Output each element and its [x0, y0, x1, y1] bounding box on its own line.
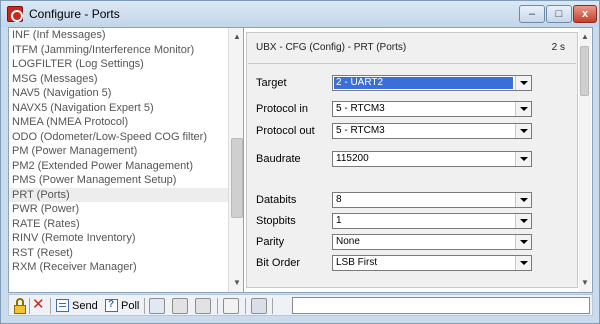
scroll-thumb[interactable] — [231, 138, 243, 218]
baudrate-label: Baudrate — [256, 153, 301, 165]
lock-icon[interactable] — [13, 298, 27, 314]
stopbits-select[interactable]: 1 — [332, 213, 532, 229]
toolbar-separator — [29, 298, 30, 314]
chevron-down-icon[interactable] — [515, 235, 531, 249]
toolbar-separator — [50, 298, 51, 314]
chevron-down-icon[interactable] — [515, 102, 531, 116]
target-label: Target — [256, 77, 287, 89]
config-form: UBX - CFG (Config) - PRT (Ports) 2 s Tar… — [246, 32, 578, 288]
databits-value: 8 — [336, 194, 342, 205]
app-icon — [7, 6, 23, 22]
list-item[interactable]: ODO (Odometer/Low-Speed COG filter) — [9, 130, 243, 145]
bit-order-select[interactable]: LSB First — [332, 255, 532, 271]
chevron-down-icon[interactable] — [515, 76, 531, 90]
delete-icon[interactable]: ✕ — [32, 296, 45, 314]
toolbar-separator — [272, 298, 273, 314]
panel-scrollbar[interactable]: ▲ ▼ — [579, 28, 591, 292]
target-select[interactable]: 2 - UART2 — [332, 75, 532, 91]
toolbar-separator — [144, 298, 145, 314]
window-title: Configure - Ports — [29, 7, 120, 21]
divider — [248, 63, 576, 64]
protocol-out-select[interactable]: 5 - RTCM3 — [332, 123, 532, 139]
parity-label: Parity — [256, 236, 285, 248]
maximize-button[interactable]: □ — [546, 5, 572, 23]
page-icon[interactable] — [223, 298, 239, 314]
lock-body — [14, 305, 26, 314]
chevron-down-icon[interactable] — [515, 256, 531, 270]
list-item[interactable]: PMS (Power Management Setup) — [9, 173, 243, 188]
message-list: INF (Inf Messages) ITFM (Jamming/Interfe… — [9, 28, 244, 292]
list-item[interactable]: LOGFILTER (Log Settings) — [9, 57, 243, 72]
target-value: 2 - UART2 — [334, 77, 513, 89]
baudrate-select[interactable]: 115200 — [332, 151, 532, 167]
toolbar: ✕ Send Poll — [8, 294, 593, 316]
poll-icon[interactable] — [105, 299, 118, 312]
client-area: INF (Inf Messages) ITFM (Jamming/Interfe… — [8, 27, 593, 293]
config-header: UBX - CFG (Config) - PRT (Ports) — [256, 42, 407, 53]
protocol-in-value: 5 - RTCM3 — [336, 103, 385, 114]
title-bar[interactable]: Configure - Ports – □ x — [1, 1, 599, 27]
list-item-selected[interactable]: PRT (Ports) — [9, 187, 243, 202]
protocol-in-label: Protocol in — [256, 103, 308, 115]
scroll-up-icon[interactable]: ▲ — [229, 30, 243, 44]
save-icon[interactable] — [251, 298, 267, 314]
list-item[interactable]: MSG (Messages) — [9, 72, 243, 87]
list-item[interactable]: NAVX5 (Navigation Expert 5) — [9, 101, 243, 116]
bit-order-value: LSB First — [336, 257, 378, 268]
protocol-in-select[interactable]: 5 - RTCM3 — [332, 101, 532, 117]
chevron-down-icon[interactable] — [515, 124, 531, 138]
stopbits-label: Stopbits — [256, 215, 296, 227]
list-scrollbar[interactable]: ▲ ▼ — [228, 28, 243, 292]
list-item[interactable]: RINV (Remote Inventory) — [9, 231, 243, 246]
stopbits-value: 1 — [336, 215, 342, 226]
configure-window: Configure - Ports – □ x INF (Inf Message… — [0, 0, 600, 324]
bit-order-label: Bit Order — [256, 257, 301, 269]
list-item[interactable]: PM (Power Management) — [9, 144, 243, 159]
chevron-down-icon[interactable] — [515, 152, 531, 166]
scroll-down-icon[interactable]: ▼ — [579, 276, 591, 290]
list-item[interactable]: RXM (Receiver Manager) — [9, 260, 243, 275]
poll-timer: 2 s — [551, 42, 565, 53]
list-item[interactable]: PWR (Power) — [9, 202, 243, 217]
list-item[interactable]: RST (Reset) — [9, 246, 243, 261]
list-item[interactable]: PM2 (Extended Power Management) — [9, 159, 243, 174]
toolbar-separator — [217, 298, 218, 314]
baudrate-value: 115200 — [336, 153, 369, 164]
config-panel: UBX - CFG (Config) - PRT (Ports) 2 s Tar… — [246, 28, 592, 292]
list-item[interactable]: RATE (Rates) — [9, 217, 243, 232]
send-icon[interactable] — [56, 299, 69, 312]
send-button[interactable]: Send — [72, 298, 98, 314]
scroll-thumb[interactable] — [580, 46, 589, 96]
databits-select[interactable]: 8 — [332, 192, 532, 208]
list-item[interactable]: ITFM (Jamming/Interference Monitor) — [9, 43, 243, 58]
poll-button[interactable]: Poll — [121, 298, 139, 314]
scroll-down-icon[interactable]: ▼ — [229, 276, 243, 290]
parity-select[interactable]: None — [332, 234, 532, 250]
list-item[interactable]: NAV5 (Navigation 5) — [9, 86, 243, 101]
grid-icon[interactable] — [172, 298, 188, 314]
close-button[interactable]: x — [573, 5, 597, 23]
minimize-button[interactable]: – — [519, 5, 545, 23]
protocol-out-value: 5 - RTCM3 — [336, 125, 385, 136]
list-item[interactable]: NMEA (NMEA Protocol) — [9, 115, 243, 130]
window-icon[interactable] — [195, 298, 211, 314]
list-item[interactable]: INF (Inf Messages) — [9, 28, 243, 43]
parity-value: None — [336, 236, 360, 247]
toolbar-separator — [245, 298, 246, 314]
protocol-out-label: Protocol out — [256, 125, 315, 137]
databits-label: Databits — [256, 194, 297, 206]
scroll-up-icon[interactable]: ▲ — [579, 30, 591, 44]
chevron-down-icon[interactable] — [515, 214, 531, 228]
tool-icon[interactable] — [149, 298, 165, 314]
chevron-down-icon[interactable] — [515, 193, 531, 207]
status-field — [292, 297, 590, 314]
